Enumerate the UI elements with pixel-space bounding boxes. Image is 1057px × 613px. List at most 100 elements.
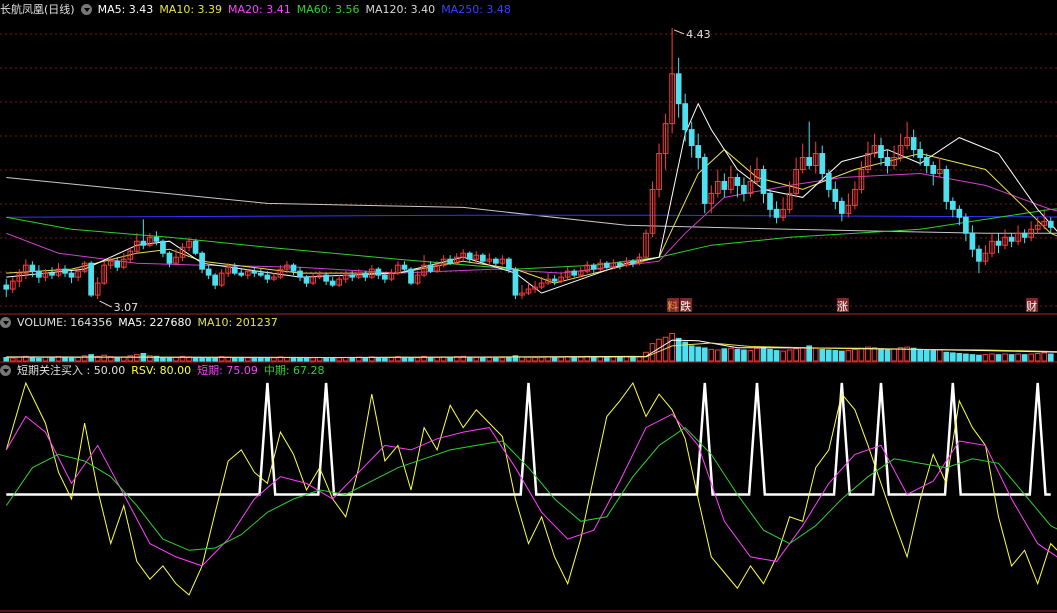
volume-bar [382,357,388,362]
short-term-readout: 短期: 75.09 [197,364,258,377]
candle-body [140,240,147,246]
volume-bar [838,350,845,362]
candle-body [767,192,773,210]
candle-body [264,274,271,280]
volume-bar [473,357,480,362]
volume-bar [969,354,976,362]
volume-bar [42,356,49,362]
volume-bar [780,350,786,362]
volume-bar [949,352,956,362]
candle-body [976,248,982,262]
candle-body [741,184,747,194]
volume-menu-icon[interactable] [0,317,11,328]
candle-body [258,272,264,276]
candle-body [773,208,780,218]
volume-readout: VOLUME: 164356 [17,316,113,329]
volume-bar [767,348,773,362]
candle-body [382,274,388,280]
candle-body [917,149,924,159]
volume-bar [943,351,950,362]
volume-bar [147,355,153,362]
candle-body [571,270,578,276]
volume-bar [982,354,989,362]
volume-bar [388,357,395,362]
price-ma120-line [6,177,1057,234]
volume-bar [205,357,212,362]
candle-body [68,272,75,278]
volume-bar [714,349,721,362]
candle-body [969,232,976,250]
ma250-readout: MA250: 3.48 [441,3,511,16]
ma20-readout: MA20: 3.41 [228,3,291,16]
volume-bar [551,357,558,362]
candle-body [375,268,382,276]
candle-body [995,240,1002,246]
candle-body [630,260,636,264]
candle-body [1047,220,1054,228]
candle-body [290,264,297,272]
candle-body [251,270,258,274]
candle-body [62,268,68,274]
volume-bar [721,348,728,362]
candle-body [199,252,205,270]
candle-body [493,258,499,264]
volume-bar [284,357,290,362]
event-marker-涨: 涨 [837,300,848,313]
ma10-readout: MA10: 3.39 [159,3,223,16]
ma120-readout: MA120: 3.40 [365,3,436,16]
candle-body [949,200,956,210]
volume-bar [610,356,617,362]
volume-bar [845,350,852,362]
volume-bar [695,346,702,362]
volume-bar [29,357,36,362]
volume-bar [1002,353,1008,362]
candle-body [303,276,310,284]
candle-body [838,200,845,214]
candle-body [910,137,917,151]
volume-bar [630,356,636,362]
volume-bar [479,357,486,362]
volume-bar [362,357,369,362]
volume-bar [1008,354,1015,362]
volume-bar [231,357,238,362]
volume-bar [1041,352,1048,362]
price-ma60-line [6,208,1057,270]
candle-body [160,240,166,254]
candle-body [1021,232,1028,238]
candle-body [682,103,689,131]
volume-bar [68,357,75,362]
chart-canvas: 4.43 3.07 料跌 涨 财 [0,27,1057,612]
volume-bar [669,332,675,362]
volume-bar [708,348,715,362]
volume-ma5-readout: MA5: 227680 [118,316,192,329]
volume-bar [701,347,708,362]
indicator-menu-icon[interactable] [0,365,11,376]
mid-term-readout: 中期: 67.28 [263,364,325,377]
volume-bar [310,357,316,362]
volume-bar [499,357,506,362]
volume-bar [414,357,421,362]
volume-bar [558,356,564,362]
volume-bar [871,347,878,362]
candle-body [362,272,369,278]
volume-bar [127,355,134,362]
panel-menu-icon[interactable] [80,4,92,15]
candle-body [297,270,303,278]
buy-signal-readout: 短期关注买入 : 50.00 [17,364,126,377]
candle-body [88,262,94,296]
volume-bar [1015,353,1021,362]
candle-body [825,172,832,190]
volume-bar [408,357,414,362]
volume-bar [323,357,329,362]
stock-name: 长航凤凰(日线) [0,3,75,16]
candle-body [323,274,329,282]
volume-bar [427,357,434,362]
candle-body [205,268,212,276]
candle-body [923,157,930,166]
volume-bar [786,349,793,362]
volume-panel-header: VOLUME: 164356 MA5: 227680 MA10: 201237 [0,315,284,331]
volume-bar [538,356,545,362]
volume-bar [910,347,917,362]
candle-body [1008,236,1015,242]
price-ma20-line [6,172,1057,274]
